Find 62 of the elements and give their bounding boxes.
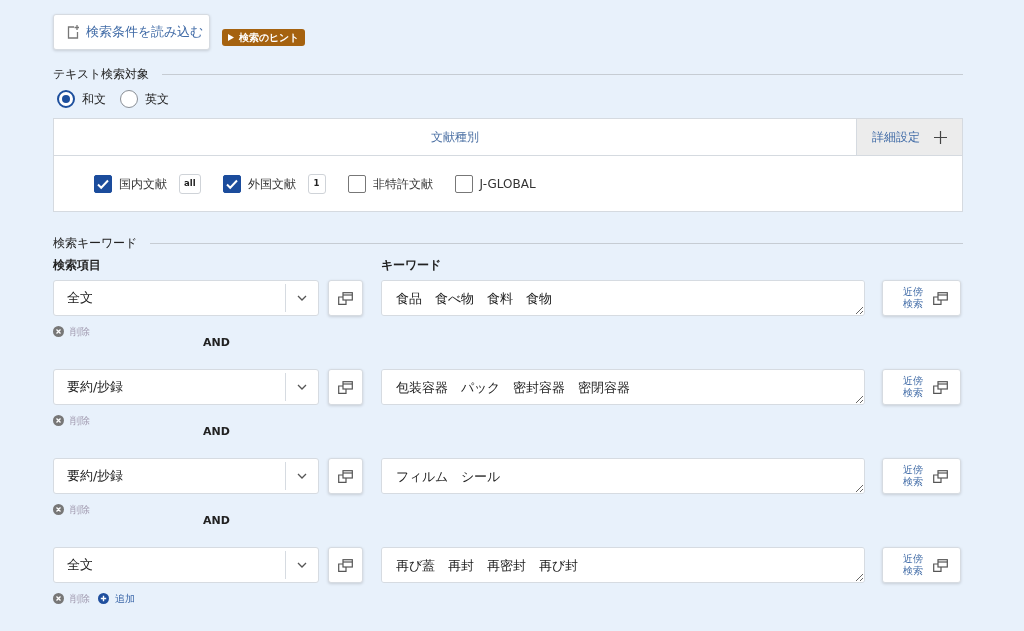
load-conditions-button[interactable]: 検索条件を読み込む [53, 14, 210, 50]
plus-circle-icon [98, 593, 109, 604]
field-select[interactable]: 要約/抄録 [53, 369, 319, 405]
x-circle-icon [53, 504, 64, 515]
keyword-field[interactable]: 再び蓋 再封 再密封 再び封 [381, 547, 865, 583]
overlapping-windows-icon [933, 469, 948, 483]
radio-button[interactable] [120, 90, 138, 108]
file-plus-icon [67, 25, 79, 39]
column-label: 検索項目 [53, 258, 101, 272]
panel-title: 文献種別 [431, 129, 479, 146]
x-circle-icon [53, 326, 64, 337]
window-button[interactable] [328, 547, 363, 583]
overlapping-windows-icon [933, 380, 948, 394]
section-heading: テキスト検索対象 [53, 66, 149, 83]
field-select[interactable]: 全文 [53, 547, 319, 583]
radio-button[interactable] [57, 90, 75, 108]
proximity-search-button[interactable]: 近傍検索 [882, 369, 961, 405]
keyword-field[interactable]: フィルム シール [381, 458, 865, 494]
field-select[interactable]: 全文 [53, 280, 319, 316]
checkbox[interactable] [94, 174, 112, 193]
checkbox[interactable] [347, 174, 366, 193]
overlapping-windows-icon [338, 380, 353, 394]
operator-label: AND [203, 425, 230, 438]
chevron-down-icon [297, 473, 307, 479]
plus-icon [934, 130, 947, 144]
checkbox-label: 非特許文献 [372, 175, 433, 193]
overlapping-windows-icon [338, 291, 353, 305]
checkbox[interactable] [222, 174, 241, 193]
window-button[interactable] [328, 369, 363, 405]
chevron-down-icon [297, 295, 307, 301]
overlapping-windows-icon [933, 558, 948, 572]
detail-settings-button[interactable]: 詳細設定 [856, 119, 962, 155]
x-circle-icon [53, 593, 64, 604]
x-circle-icon [53, 415, 64, 426]
checkbox[interactable] [454, 174, 473, 193]
radio-label: 英文 [145, 91, 169, 108]
add-link[interactable]: 追加 [98, 591, 135, 606]
keyword-field[interactable]: 包装容器 パック 密封容器 密閉容器 [381, 369, 865, 405]
section-heading: 検索キーワード [53, 235, 137, 252]
checkbox-label: 外国文献 [247, 175, 296, 193]
window-button[interactable] [328, 280, 363, 316]
count-badge: all [179, 173, 201, 194]
keyword-field[interactable]: 食品 食べ物 食料 食物 [381, 280, 865, 316]
checkbox-label: 国内文献 [119, 175, 167, 193]
field-select[interactable]: 要約/抄録 [53, 458, 319, 494]
checkbox-label: J-GLOBAL [479, 175, 536, 193]
proximity-search-button[interactable]: 近傍検索 [882, 280, 961, 316]
overlapping-windows-icon [933, 291, 948, 305]
radio-label: 和文 [82, 91, 106, 108]
proximity-search-button[interactable]: 近傍検索 [882, 458, 961, 494]
triangle-right-icon [228, 34, 234, 41]
overlapping-windows-icon [338, 558, 353, 572]
operator-label: AND [203, 514, 230, 527]
chevron-down-icon [297, 384, 307, 390]
search-hint-toggle[interactable]: 検索のヒント [222, 29, 305, 46]
overlapping-windows-icon [338, 469, 353, 483]
proximity-search-button[interactable]: 近傍検索 [882, 547, 961, 583]
column-label: キーワード [381, 258, 441, 273]
window-button[interactable] [328, 458, 363, 494]
operator-label: AND [203, 336, 230, 349]
chevron-down-icon [297, 562, 307, 568]
count-badge: 1 [307, 173, 326, 194]
